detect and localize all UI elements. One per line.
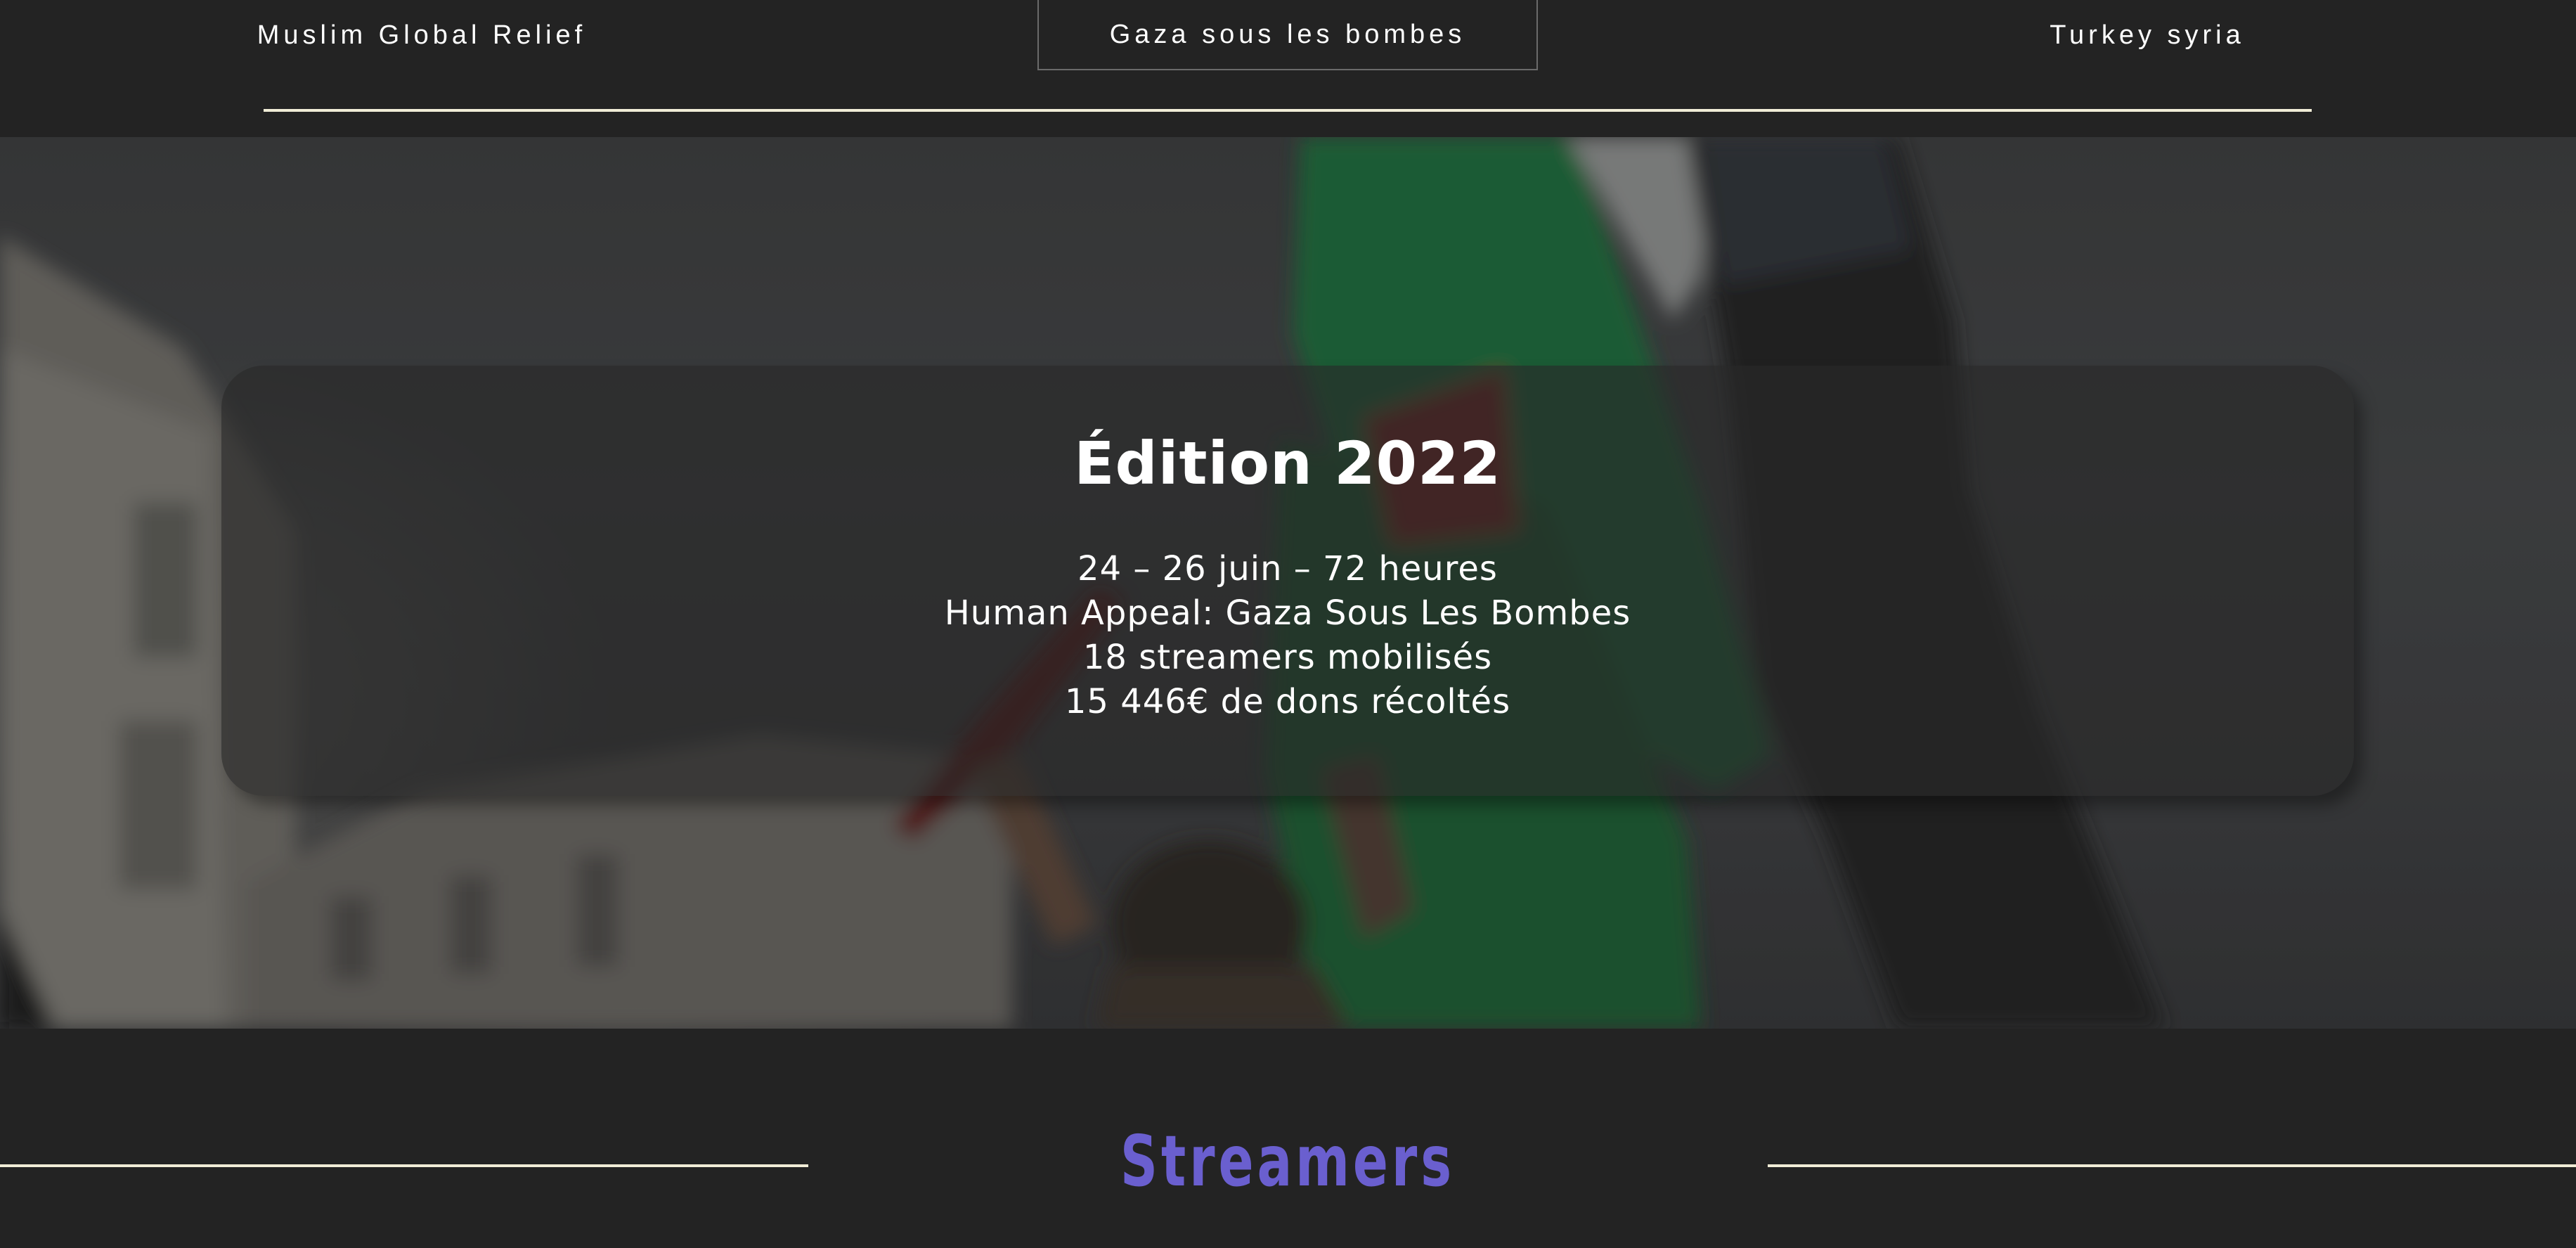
section-rule-right [1768, 1164, 2576, 1167]
top-navigation: Muslim Global Relief Gaza sous les bombe… [0, 0, 2576, 137]
nav-link-turkey-syria[interactable]: Turkey syria [1936, 0, 2358, 70]
edition-details: 24 – 26 juin – 72 heures Human Appeal: G… [221, 547, 2354, 724]
nav-link-gaza-sous-les-bombes[interactable]: Gaza sous les bombes [1037, 0, 1538, 70]
streamers-section: Streamers [0, 1029, 2576, 1248]
hero-banner: Édition 2022 24 – 26 juin – 72 heures Hu… [0, 137, 2576, 1029]
edition-info-card: Édition 2022 24 – 26 juin – 72 heures Hu… [221, 366, 2354, 796]
edition-donations-total: 15 446€ de dons récoltés [1064, 682, 1511, 721]
edition-dates: 24 – 26 juin – 72 heures [1077, 549, 1498, 588]
edition-streamer-count: 18 streamers mobilisés [1082, 638, 1493, 677]
nav-divider [264, 109, 2312, 112]
section-rule-left [0, 1164, 808, 1167]
edition-title: Édition 2022 [1074, 429, 1501, 498]
page: Muslim Global Relief Gaza sous les bombe… [0, 0, 2576, 1248]
edition-campaign: Human Appeal: Gaza Sous Les Bombes [944, 593, 1631, 633]
nav-link-muslim-global-relief[interactable]: Muslim Global Relief [211, 0, 633, 70]
streamers-heading: Streamers [1120, 1120, 1456, 1202]
